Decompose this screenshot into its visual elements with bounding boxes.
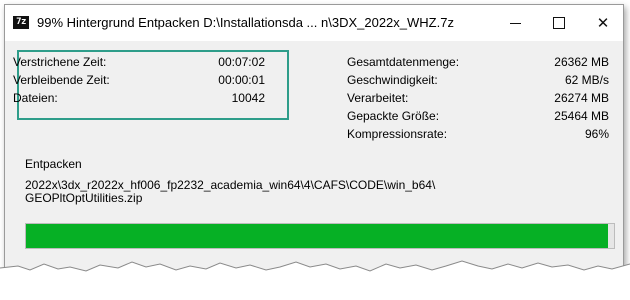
speed-value: 62 MB/s (564, 73, 609, 87)
current-file-path-line2: GEOPltOptUtilities.zip (25, 191, 143, 205)
files-value: 10042 (231, 91, 265, 105)
maximize-button[interactable] (537, 7, 581, 39)
total-size-row: Gesamtdatenmenge: 26362 MB (347, 54, 609, 70)
elapsed-time-value: 00:07:02 (218, 55, 265, 69)
title-bar[interactable]: 7z 99% Hintergrund Entpacken D:\Installa… (5, 5, 623, 41)
total-size-value: 26362 MB (554, 55, 609, 69)
minimize-icon (509, 22, 521, 24)
packed-size-row: Gepackte Größe: 25464 MB (347, 108, 609, 124)
compression-ratio-row: Kompressionsrate: 96% (347, 126, 609, 142)
files-row: Dateien: 10042 (13, 90, 265, 106)
packed-size-label: Gepackte Größe: (347, 109, 440, 123)
speed-label: Geschwindigkeit: (347, 73, 438, 87)
current-file-path: 2022x\3dx_r2022x_hf006_fp2232_academia_w… (25, 179, 435, 205)
speed-row: Geschwindigkeit: 62 MB/s (347, 72, 609, 88)
remaining-time-row: Verbleibende Zeit: 00:00:01 (13, 72, 265, 88)
maximize-icon (553, 17, 565, 29)
torn-edge-decoration (0, 260, 630, 300)
remaining-time-value: 00:00:01 (218, 73, 265, 87)
elapsed-time-label: Verstrichene Zeit: (13, 55, 107, 69)
minimize-button[interactable] (493, 7, 537, 39)
7zip-app-icon: 7z (13, 16, 29, 29)
processed-row: Verarbeitet: 26274 MB (347, 90, 609, 106)
close-button[interactable]: ✕ (581, 7, 623, 39)
packed-size-value: 25464 MB (554, 109, 609, 123)
current-file-path-line1: 2022x\3dx_r2022x_hf006_fp2232_academia_w… (25, 178, 436, 192)
total-size-label: Gesamtdatenmenge: (347, 55, 460, 69)
compression-ratio-label: Kompressionsrate: (347, 127, 448, 141)
remaining-time-label: Verbleibende Zeit: (13, 73, 110, 87)
window-title: 99% Hintergrund Entpacken D:\Installatio… (37, 15, 454, 30)
operation-label: Entpacken (25, 157, 82, 171)
processed-label: Verarbeitet: (347, 91, 409, 105)
close-icon: ✕ (596, 14, 610, 32)
processed-value: 26274 MB (554, 91, 609, 105)
elapsed-time-row: Verstrichene Zeit: 00:07:02 (13, 54, 265, 70)
compression-ratio-value: 96% (584, 127, 609, 141)
files-label: Dateien: (13, 91, 58, 105)
